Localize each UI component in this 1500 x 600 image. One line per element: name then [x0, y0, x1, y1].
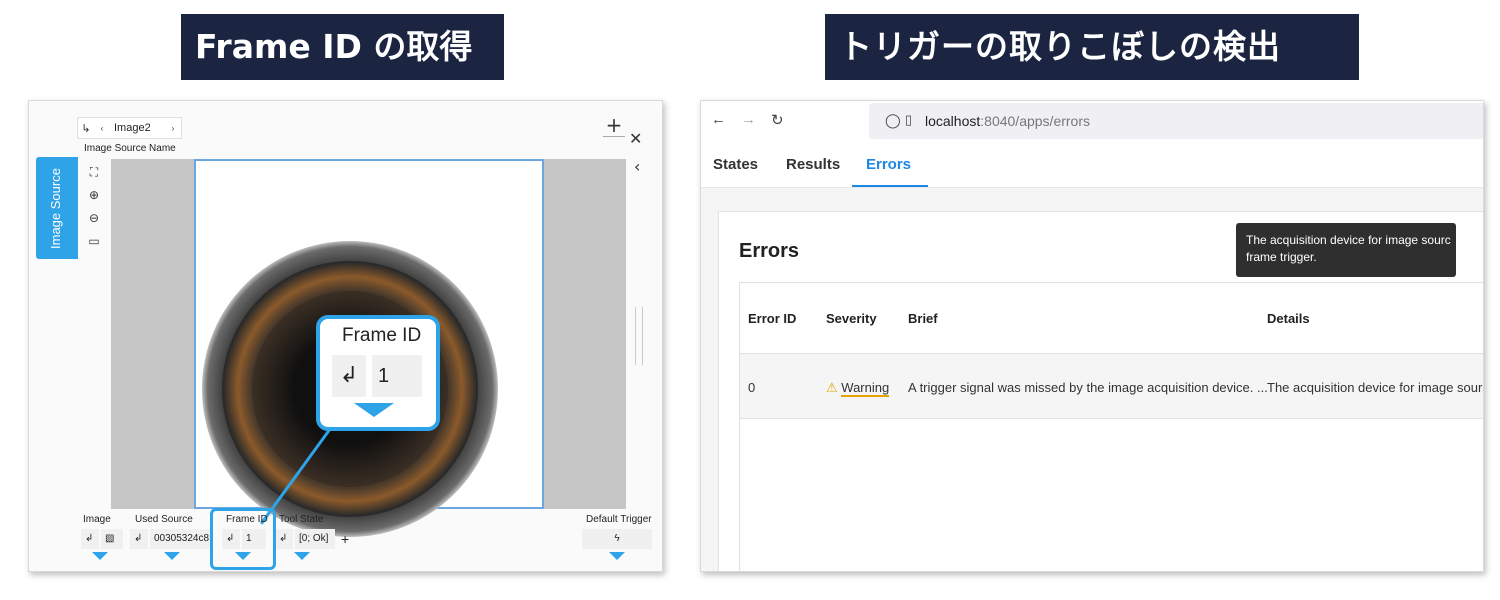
col-error-id[interactable]: Error ID — [748, 311, 796, 326]
details-tooltip: The acquisition device for image sourc f… — [1236, 223, 1456, 277]
frame-id-panel: Image Source ↳ ‹ Image2 › Image Source N… — [28, 100, 663, 572]
callout-input-icon: ↲ — [332, 355, 366, 397]
add-icon[interactable]: + — [603, 115, 625, 137]
zoom-in-icon[interactable]: ⊕ — [84, 188, 104, 211]
tool-state-input-icon: ↲ — [275, 529, 293, 549]
used-source-value: 00305324c8 — [150, 529, 210, 549]
col-severity[interactable]: Severity — [826, 311, 877, 326]
tool-state-value: [0; Ok] — [295, 529, 335, 549]
cell-severity[interactable]: ⚠ Warning — [826, 380, 890, 397]
tab-states[interactable]: States — [713, 156, 758, 173]
forward-icon[interactable]: → — [741, 111, 756, 128]
image-source-side-tab[interactable]: Image Source — [36, 157, 78, 259]
image-arrow-icon — [92, 552, 108, 560]
used-source-input-icon: ↲ — [130, 529, 148, 549]
side-tab-label: Image Source — [48, 168, 63, 249]
url-bar[interactable]: ◯ ▯ localhost:8040/apps/errors — [869, 103, 1483, 139]
callout-value: 1 — [372, 355, 422, 397]
image-thumb-icon[interactable]: ▧ — [101, 529, 123, 549]
cell-error-id: 0 — [748, 380, 756, 395]
col-details[interactable]: Details — [1267, 311, 1310, 326]
frame-id-highlight — [210, 508, 276, 570]
view-tools: ⛶ ⊕ ⊖ ▭ — [84, 165, 104, 257]
image-label: Image — [83, 514, 111, 525]
cell-details[interactable]: The acquisition device for image source — [1267, 380, 1483, 395]
image-source-name-label: Image Source Name — [84, 143, 176, 154]
row-divider — [740, 418, 1483, 419]
chevron-left-icon[interactable]: ‹ — [94, 124, 110, 133]
fit-screen-icon[interactable]: ⛶ — [84, 165, 104, 188]
left-heading: Frame ID の取得 — [181, 14, 504, 80]
default-trigger-label: Default Trigger — [586, 514, 652, 525]
close-icon[interactable]: ✕ — [629, 129, 642, 148]
resize-grip[interactable] — [635, 307, 643, 365]
callout-title: Frame ID — [342, 325, 422, 346]
image-input-icon: ↲ — [81, 529, 99, 549]
trigger-icon[interactable]: ϟ — [582, 529, 652, 549]
image-toolbar: ↳ ‹ Image2 › — [77, 117, 182, 139]
frame-id-callout: Frame ID ↲ 1 — [316, 315, 440, 431]
used-source-label: Used Source — [135, 514, 193, 525]
shield-icon: ◯ — [885, 112, 901, 128]
used-source-arrow-icon — [164, 552, 180, 560]
cell-brief: A trigger signal was missed by the image… — [908, 380, 1268, 395]
tab-results[interactable]: Results — [786, 156, 840, 173]
image-name: Image2 — [114, 122, 151, 134]
add-output-icon[interactable]: + — [337, 529, 355, 549]
tooltip-line-2: frame trigger. — [1246, 250, 1317, 264]
trigger-arrow-icon — [609, 552, 625, 560]
right-heading: トリガーの取りこぼしの検出 — [825, 14, 1359, 80]
warning-icon: ⚠ — [826, 380, 838, 395]
collapse-chevron-icon[interactable]: ‹ — [634, 157, 640, 176]
col-brief[interactable]: Brief — [908, 311, 938, 326]
zoom-out-icon[interactable]: ⊖ — [84, 211, 104, 234]
url-text: localhost:8040/apps/errors — [925, 113, 1090, 129]
card-title: Errors — [739, 240, 800, 262]
tool-state-arrow-icon — [294, 552, 310, 560]
camera-icon[interactable]: ▭ — [84, 234, 104, 257]
errors-table: Error ID Severity Brief Details 0 ⚠ Warn… — [739, 282, 1483, 571]
tooltip-line-1: The acquisition device for image sourc — [1246, 233, 1451, 247]
return-icon[interactable]: ↳ — [78, 122, 94, 135]
tab-errors[interactable]: Errors — [866, 156, 911, 173]
chevron-right-icon[interactable]: › — [165, 124, 181, 133]
page-icon: ▯ — [905, 112, 913, 127]
back-icon[interactable]: ← — [711, 111, 726, 128]
errors-browser: ← → ↻ ◯ ▯ localhost:8040/apps/errors Sta… — [700, 100, 1484, 572]
reload-icon[interactable]: ↻ — [771, 111, 784, 129]
tool-state-label: Tool State — [279, 514, 324, 525]
callout-arrow-icon — [354, 403, 394, 417]
